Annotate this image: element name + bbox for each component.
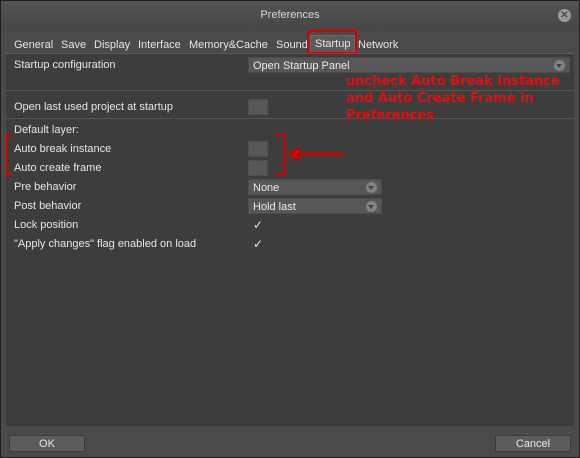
chevron-down-icon (554, 60, 565, 71)
tab-save[interactable]: Save (61, 37, 86, 53)
post-behavior-dropdown[interactable]: Hold last (248, 198, 382, 214)
chevron-down-icon (366, 201, 377, 212)
auto-create-frame-checkbox[interactable] (248, 160, 268, 176)
annotation-text: uncheck Auto Break Instance and Auto Cre… (346, 74, 560, 123)
pre-behavior-dropdown[interactable]: None (248, 179, 382, 195)
title-bar[interactable]: Preferences ✕ (1, 1, 579, 31)
tab-network[interactable]: Network (358, 37, 398, 53)
default-layer-heading: Default layer: (14, 124, 79, 136)
post-behavior-value: Hold last (253, 201, 296, 213)
right-bracket-annotation (276, 134, 286, 176)
startup-configuration-dropdown[interactable]: Open Startup Panel (248, 57, 570, 73)
ok-button[interactable]: OK (9, 435, 85, 452)
auto-break-instance-label: Auto break instance (14, 143, 112, 155)
startup-tab-highlight (307, 30, 357, 54)
preferences-window: Preferences ✕ General Save Display Inter… (0, 0, 580, 458)
tab-interface[interactable]: Interface (138, 37, 181, 53)
startup-configuration-label: Startup configuration (14, 59, 116, 71)
window-title: Preferences (260, 9, 320, 21)
pre-behavior-label: Pre behavior (14, 181, 77, 193)
open-last-project-label: Open last used project at startup (14, 101, 173, 113)
pre-behavior-value: None (253, 182, 280, 194)
lock-position-checkbox[interactable]: ✓ (248, 217, 268, 233)
auto-break-instance-checkbox[interactable] (248, 141, 268, 157)
arrow-left-icon (287, 147, 343, 161)
post-behavior-label: Post behavior (14, 200, 82, 212)
lock-position-label: Lock position (14, 219, 79, 231)
tab-general[interactable]: General (14, 37, 53, 53)
tab-memory-cache[interactable]: Memory&Cache (189, 37, 268, 53)
close-icon[interactable]: ✕ (558, 9, 571, 22)
apply-changes-flag-label: "Apply changes" flag enabled on load (14, 238, 197, 250)
chevron-down-icon (366, 182, 377, 193)
tab-sound[interactable]: Sound (276, 37, 308, 53)
cancel-button[interactable]: Cancel (495, 435, 571, 452)
auto-create-frame-label: Auto create frame (14, 162, 102, 174)
startup-configuration-value: Open Startup Panel (253, 60, 350, 72)
apply-changes-flag-checkbox[interactable]: ✓ (248, 236, 268, 252)
tab-display[interactable]: Display (94, 37, 130, 53)
left-bracket-annotation (6, 134, 12, 176)
open-last-project-checkbox[interactable] (248, 99, 268, 115)
